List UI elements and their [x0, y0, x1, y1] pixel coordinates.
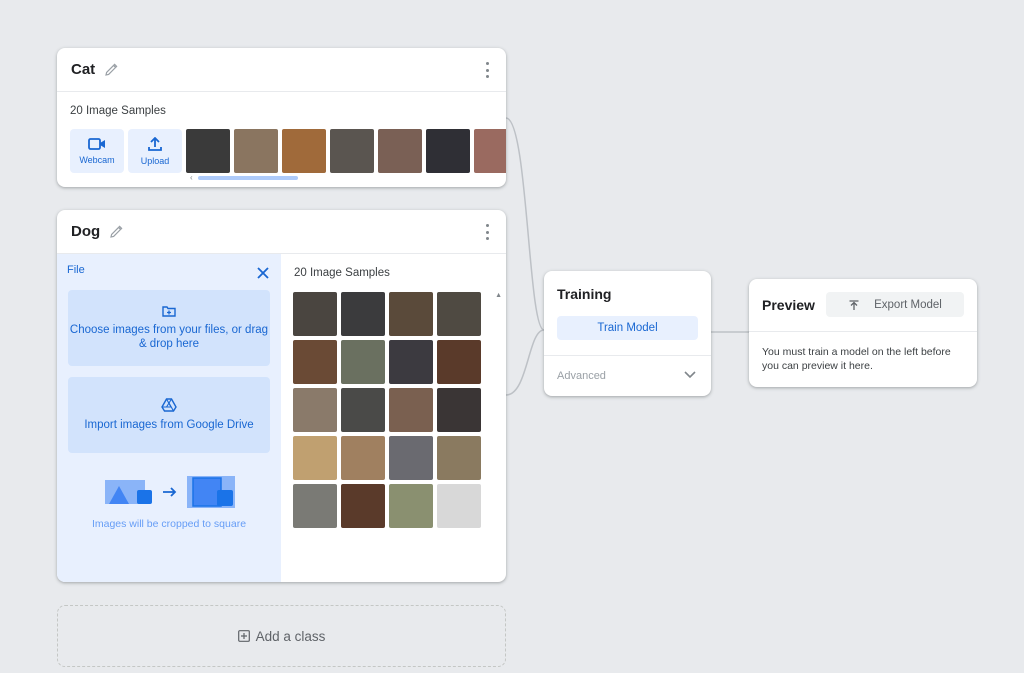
sample-thumbnail[interactable] [426, 129, 470, 173]
training-card: Training Train Model Advanced [544, 271, 711, 396]
pencil-icon[interactable] [108, 224, 124, 240]
sample-thumbnail[interactable] [293, 292, 337, 336]
dog-card-body: File Choose images from your files, or d… [57, 254, 506, 582]
advanced-label: Advanced [557, 370, 606, 382]
preview-title: Preview [762, 297, 815, 313]
sample-thumbnail[interactable] [437, 292, 481, 336]
scroll-up-arrow[interactable]: ▲ [495, 292, 502, 299]
sample-thumbnail[interactable] [389, 292, 433, 336]
sample-thumbnail[interactable] [474, 129, 506, 173]
export-model-label: Export Model [874, 298, 942, 311]
chevron-down-icon [684, 371, 696, 379]
training-title: Training [557, 286, 612, 302]
sample-thumbnail[interactable] [378, 129, 422, 173]
webcam-icon [88, 138, 105, 150]
sample-thumbnail[interactable] [293, 484, 337, 528]
folder-add-icon [162, 306, 176, 317]
sample-thumbnail[interactable] [186, 129, 230, 173]
scrollbar-thumb[interactable] [198, 176, 298, 180]
webcam-label: Webcam [79, 155, 115, 165]
preview-card: Preview Export Model You must train a mo… [749, 279, 977, 387]
sample-thumbnail[interactable] [341, 388, 385, 432]
file-drop-zone[interactable]: Choose images from your files, or drag &… [68, 290, 270, 366]
sample-thumbnail[interactable] [437, 484, 481, 528]
more-options-icon[interactable] [484, 62, 490, 78]
class-header: Dog [57, 210, 506, 254]
file-upload-panel: File Choose images from your files, or d… [57, 254, 281, 582]
sample-thumbnail[interactable] [437, 340, 481, 384]
sample-grid [293, 292, 481, 528]
export-model-button[interactable]: Export Model [826, 292, 964, 317]
upload-icon [148, 136, 162, 151]
add-class-label: Add a class [255, 628, 326, 644]
sample-thumbnail[interactable] [341, 340, 385, 384]
advanced-toggle[interactable]: Advanced [544, 355, 711, 396]
class-card-cat: Cat 20 Image Samples Webcam Upload ‹ [57, 48, 506, 187]
class-card-dog: Dog File Choose images from your files, … [57, 210, 506, 582]
crop-note: Images will be cropped to square [91, 518, 247, 530]
sample-thumbnail[interactable] [389, 388, 433, 432]
webcam-button[interactable]: Webcam [70, 129, 124, 173]
upload-button[interactable]: Upload [128, 129, 182, 173]
sample-thumbnail[interactable] [389, 340, 433, 384]
dog-samples-area: 20 Image Samples ▲ [281, 254, 506, 582]
preview-message: You must train a model on the left befor… [762, 346, 951, 372]
train-model-button[interactable]: Train Model [557, 316, 698, 340]
sample-thumbnail[interactable] [437, 436, 481, 480]
sample-strip[interactable]: Webcam Upload [70, 129, 506, 173]
class-name[interactable]: Dog [71, 223, 100, 240]
pencil-icon[interactable] [103, 62, 119, 78]
add-box-icon [237, 630, 250, 642]
class-header: Cat [57, 48, 506, 92]
divider [749, 331, 977, 332]
samples-count: 20 Image Samples [294, 267, 390, 279]
export-upload-icon [849, 299, 859, 310]
crop-illustration-icon [105, 476, 235, 508]
sample-thumbnail[interactable] [389, 436, 433, 480]
sample-thumbnail[interactable] [341, 436, 385, 480]
sample-thumbnail[interactable] [437, 388, 481, 432]
sample-thumbnail[interactable] [293, 436, 337, 480]
file-panel-title: File [67, 264, 85, 276]
sample-thumbnail[interactable] [293, 340, 337, 384]
sample-thumbnail[interactable] [341, 292, 385, 336]
file-drop-prompt: Choose images from your files, or drag &… [69, 324, 269, 350]
samples-count: 20 Image Samples [70, 105, 166, 117]
drive-import-prompt: Import images from Google Drive [84, 419, 254, 431]
google-drive-import[interactable]: Import images from Google Drive [68, 377, 270, 453]
sample-thumbnail[interactable] [341, 484, 385, 528]
horizontal-scrollbar[interactable] [188, 176, 506, 180]
google-drive-icon [161, 398, 177, 412]
sample-thumbnail[interactable] [293, 388, 337, 432]
sample-thumbnail[interactable] [389, 484, 433, 528]
sample-thumbnail[interactable] [330, 129, 374, 173]
upload-label: Upload [140, 155, 170, 166]
more-options-icon[interactable] [484, 224, 490, 240]
close-icon[interactable] [257, 266, 269, 279]
sample-thumbnail[interactable] [234, 129, 278, 173]
sample-thumbnail[interactable] [282, 129, 326, 173]
add-class-button[interactable]: Add a class [57, 605, 506, 667]
class-name[interactable]: Cat [71, 61, 95, 78]
